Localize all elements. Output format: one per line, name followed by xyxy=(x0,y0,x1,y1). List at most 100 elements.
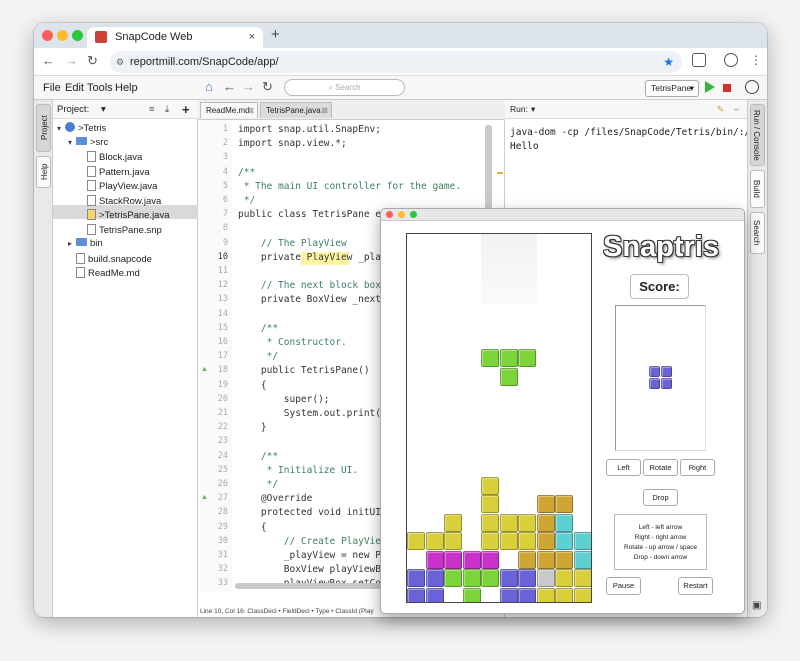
profile-icon[interactable] xyxy=(724,53,738,67)
line-number: 33 xyxy=(217,578,228,589)
browser-tab-title: SnapCode Web xyxy=(115,31,193,43)
tab-search-icon[interactable] xyxy=(692,53,706,67)
tree-item[interactable]: TetrisPane.snp xyxy=(79,223,162,236)
stacked-block-cell xyxy=(481,569,499,587)
tab-run-console[interactable]: Run / Console xyxy=(750,104,765,166)
minimize-window-icon[interactable] xyxy=(57,30,68,41)
tab-tetrispane[interactable]: TetrisPane.java ⊠ xyxy=(260,102,332,118)
site-info-icon[interactable]: ⚙ xyxy=(116,51,124,73)
address-bar[interactable]: ⚙ reportmill.com/SnapCode/app/ ★ xyxy=(110,51,682,73)
line-number: 26 xyxy=(217,479,228,489)
score-display: Score: xyxy=(630,274,689,299)
code-line: /** xyxy=(238,450,279,462)
next-block-cell xyxy=(649,366,660,377)
tab-project[interactable]: Project xyxy=(36,104,51,152)
minimize-window-icon[interactable] xyxy=(398,211,405,218)
override-marker-icon[interactable]: ▲ xyxy=(201,494,208,501)
account-icon[interactable] xyxy=(745,80,759,94)
address-toolbar: ← → ↻ ⚙ reportmill.com/SnapCode/app/ ★ ⋮ xyxy=(34,48,767,76)
stacked-block-cell xyxy=(481,476,499,495)
pause-button[interactable]: Pause xyxy=(606,577,641,595)
stop-icon[interactable] xyxy=(723,84,731,92)
menu-help[interactable]: Help xyxy=(115,82,138,94)
tab-close-icon[interactable]: × xyxy=(249,27,255,48)
code-line: public class TetrisPane ex xyxy=(238,209,387,221)
tree-item-label: Pattern.java xyxy=(99,166,150,178)
tree-item[interactable]: ▾ >Tetris xyxy=(57,122,106,134)
app-search-input[interactable]: ⌕ Search xyxy=(284,79,405,96)
left-button[interactable]: Left xyxy=(606,459,641,476)
tree-toggle-icon[interactable]: ▸ xyxy=(68,239,76,248)
tree-item[interactable]: Pattern.java xyxy=(79,165,150,178)
rotate-button[interactable]: Rotate xyxy=(643,459,678,476)
menu-edit[interactable]: Edit xyxy=(65,82,84,94)
tab-build[interactable]: Build xyxy=(750,170,765,208)
nav-forward-icon[interactable]: → xyxy=(242,79,255,94)
line-number: 13 xyxy=(217,294,228,305)
line-number: 9 xyxy=(222,237,228,248)
forward-button[interactable]: → xyxy=(65,53,78,68)
tree-item[interactable]: >TetrisPane.java xyxy=(79,209,170,221)
right-button[interactable]: Right xyxy=(680,459,715,476)
tree-item[interactable]: StackRow.java xyxy=(79,194,161,207)
close-window-icon[interactable] xyxy=(386,211,393,218)
tree-item[interactable]: ▸ bin xyxy=(68,238,103,249)
close-window-icon[interactable] xyxy=(42,30,53,41)
tab-close-icon[interactable]: ⊠ xyxy=(321,103,328,118)
bookmark-star-icon[interactable]: ★ xyxy=(663,51,674,73)
zoom-window-icon[interactable] xyxy=(410,211,417,218)
clear-console-icon[interactable]: ✎ xyxy=(717,100,724,119)
browser-menu-icon[interactable]: ⋮ xyxy=(750,53,762,67)
menu-file[interactable]: File xyxy=(43,82,61,94)
minimize-console-icon[interactable]: – xyxy=(734,100,739,119)
tree-item[interactable]: PlayView.java xyxy=(79,180,157,192)
reload-button[interactable]: ↻ xyxy=(87,53,98,69)
stacked-block-cell xyxy=(425,550,444,569)
menu-tools[interactable]: Tools xyxy=(87,82,113,94)
line-number: 1 xyxy=(222,124,228,134)
zoom-window-icon[interactable] xyxy=(72,30,83,41)
add-file-icon[interactable]: + xyxy=(182,100,190,119)
tab-search[interactable]: Search xyxy=(750,212,765,254)
code-line: private BoxView _nextB xyxy=(238,294,387,306)
download-icon[interactable]: ⤓ xyxy=(165,100,169,119)
tree-item[interactable]: ▾ >src xyxy=(68,136,108,148)
run-play-icon[interactable] xyxy=(705,81,715,93)
run-target-value: TetrisPane xyxy=(651,83,692,93)
tree-toggle-icon[interactable]: ▾ xyxy=(57,124,65,133)
file-icon xyxy=(87,180,96,191)
new-tab-button[interactable]: + xyxy=(271,26,280,43)
line-number: 28 xyxy=(217,507,228,518)
home-icon[interactable]: ⌂ xyxy=(205,79,213,94)
file-icon xyxy=(76,252,85,264)
code-line: protected void initUI( xyxy=(238,507,387,519)
tab-close-icon[interactable]: ⊠ xyxy=(247,103,254,118)
tree-item[interactable]: build.snapcode xyxy=(68,252,152,265)
collapse-all-icon[interactable]: ≡ xyxy=(149,100,155,119)
drop-button[interactable]: Drop xyxy=(643,489,678,506)
browser-tab[interactable]: SnapCode Web × xyxy=(87,27,263,48)
refresh-icon[interactable]: ↻ xyxy=(262,79,273,95)
tab-tetrispane-label: TetrisPane.java xyxy=(266,106,321,115)
tree-item-label: >TetrisPane.java xyxy=(99,210,170,221)
stacked-block-cell xyxy=(573,532,591,550)
tab-help[interactable]: Help xyxy=(36,156,51,188)
briefcase-icon[interactable]: ▣ xyxy=(752,600,761,611)
run-dropdown-icon[interactable]: ▾ xyxy=(531,100,535,119)
stacked-block-cell xyxy=(536,513,555,532)
tab-readme[interactable]: ReadMe.md ⊠ xyxy=(200,102,258,118)
restart-button[interactable]: Restart xyxy=(678,577,713,595)
help-line: Left - left arrow xyxy=(638,524,683,531)
override-marker-icon[interactable]: ▲ xyxy=(201,366,208,373)
tree-item[interactable]: Block.java xyxy=(79,151,142,163)
project-dropdown-icon[interactable]: ▾ xyxy=(101,100,106,119)
tree-toggle-icon[interactable]: ▾ xyxy=(68,138,76,147)
nav-back-icon[interactable]: ← xyxy=(223,79,236,94)
back-button[interactable]: ← xyxy=(42,53,55,68)
tree-item[interactable]: ReadMe.md xyxy=(68,267,140,279)
run-target-select[interactable]: TetrisPane ▾ xyxy=(645,80,699,97)
controls-help-box: Left - left arrow Right - right arrow Ro… xyxy=(614,514,707,570)
stacked-block-cell xyxy=(444,550,462,569)
play-board[interactable] xyxy=(406,233,592,603)
favicon-icon xyxy=(95,31,107,43)
